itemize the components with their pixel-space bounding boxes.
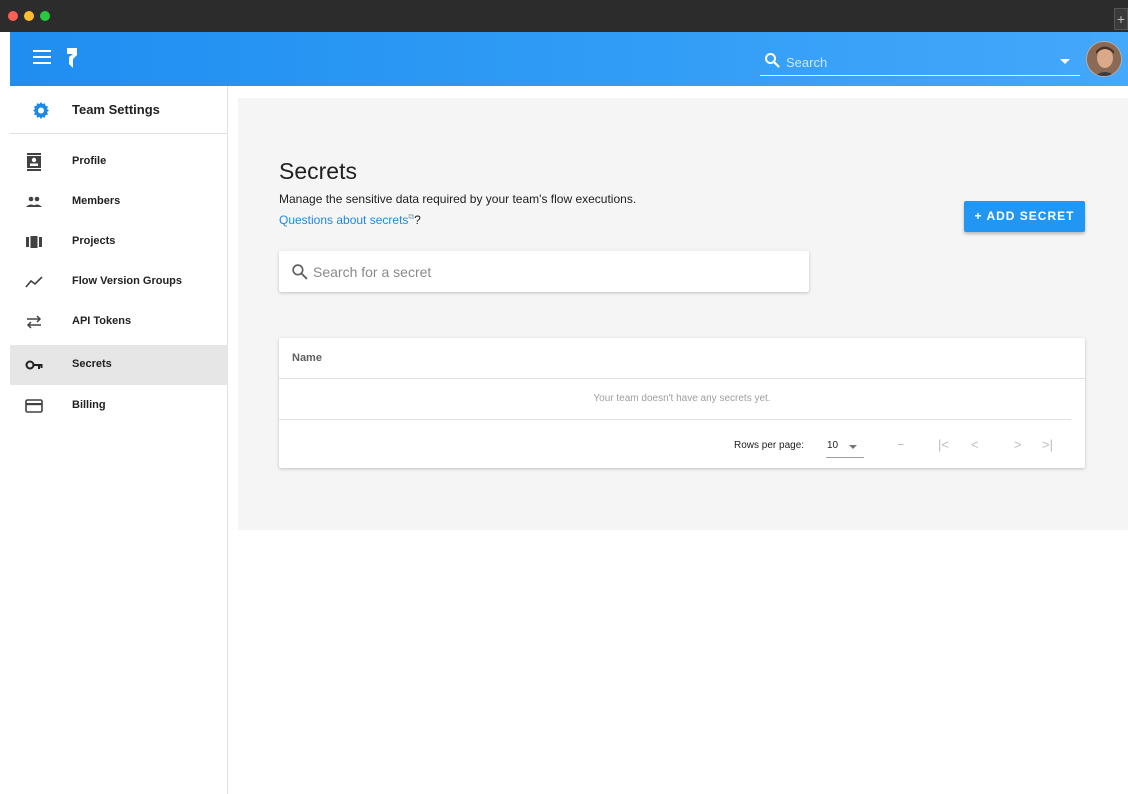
search-icon: [292, 264, 308, 280]
members-icon: [26, 196, 42, 207]
maximize-window-button[interactable]: [40, 11, 50, 21]
gear-icon: [33, 102, 49, 119]
rows-per-page-value: 10: [827, 440, 839, 451]
sidebar-item-label: Flow Version Groups: [72, 275, 183, 287]
page-description: Manage the sensitive data required by yo…: [279, 192, 637, 206]
questions-about-secrets-link[interactable]: Questions about secrets: [279, 213, 408, 227]
sidebar-item-flow-version-groups[interactable]: Flow Version Groups: [10, 262, 228, 302]
secrets-table: Name Your team doesn't have any secrets …: [279, 338, 1085, 468]
last-page-button[interactable]: >|: [1042, 437, 1053, 452]
header-divider: [279, 378, 1085, 379]
sidebar-item-members[interactable]: Members: [10, 182, 228, 222]
new-tab-button[interactable]: +: [1114, 8, 1128, 30]
sidebar-item-projects[interactable]: Projects: [10, 222, 228, 262]
app-bar: [10, 32, 1128, 86]
help-suffix: ?: [414, 213, 421, 227]
global-search: [760, 48, 1080, 76]
sidebar-item-label: Secrets: [72, 358, 112, 370]
secret-search-input[interactable]: [313, 262, 793, 282]
first-page-button[interactable]: |<: [938, 437, 949, 452]
global-search-input[interactable]: [786, 52, 1046, 72]
sidebar-item-label: Members: [72, 195, 121, 207]
minimize-window-button[interactable]: [24, 11, 34, 21]
pagination-range: –: [898, 439, 904, 450]
add-secret-button[interactable]: + ADD SECRET: [964, 201, 1085, 232]
page-title: Secrets: [279, 158, 357, 184]
footer-divider: [279, 419, 1071, 420]
chevron-down-icon[interactable]: [1060, 59, 1070, 64]
sidebar-item-secrets[interactable]: Secrets: [10, 345, 228, 385]
swap-arrows-icon: [26, 315, 42, 329]
column-header-name[interactable]: Name: [292, 352, 322, 364]
sidebar-item-label: Projects: [72, 235, 116, 247]
previous-page-button[interactable]: <: [971, 437, 979, 452]
sidebar-item-label: Profile: [72, 155, 107, 167]
chevron-down-icon: [849, 445, 857, 449]
rows-per-page-label: Rows per page:: [734, 440, 805, 451]
sidebar-title: Team Settings: [72, 102, 160, 117]
help-line: Questions about secrets⧉?: [279, 212, 421, 227]
prefect-logo-icon[interactable]: [65, 47, 79, 69]
main-content: Secrets Manage the sensitive data requir…: [238, 98, 1128, 530]
next-page-button[interactable]: >: [1014, 437, 1022, 452]
secret-search-box: [279, 251, 809, 292]
key-icon: [25, 360, 43, 370]
search-icon: [765, 53, 780, 68]
sidebar-item-label: Billing: [72, 399, 106, 411]
close-window-button[interactable]: [8, 11, 18, 21]
sidebar-item-profile[interactable]: Profile: [10, 142, 228, 182]
rows-per-page-select[interactable]: 10: [826, 434, 864, 458]
empty-state-message: Your team doesn't have any secrets yet.: [593, 393, 771, 404]
sidebar-header: Team Settings: [10, 86, 228, 134]
window-titlebar: +: [0, 0, 1128, 32]
sidebar-item-billing[interactable]: Billing: [10, 386, 228, 426]
trend-icon: [25, 276, 43, 288]
profile-icon: [27, 153, 41, 171]
credit-card-icon: [25, 399, 43, 413]
sidebar-item-label: API Tokens: [72, 315, 132, 327]
sidebar: Team Settings Profile Members Projects F…: [10, 86, 228, 794]
sidebar-item-api-tokens[interactable]: API Tokens: [10, 302, 228, 342]
avatar[interactable]: [1086, 41, 1122, 77]
projects-icon: [26, 236, 42, 248]
hamburger-menu-icon[interactable]: [33, 50, 51, 64]
